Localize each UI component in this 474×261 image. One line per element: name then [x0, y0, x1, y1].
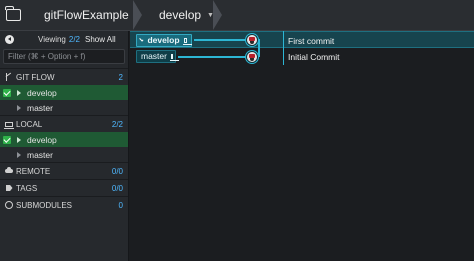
toolbar: gitFlowExample ▼ develop ▼: [0, 0, 474, 31]
left-panel: Viewing 2/2 Show All Filter (⌘ + Option …: [0, 31, 129, 261]
branch-label: develop: [27, 87, 57, 98]
branch-label: master: [27, 102, 53, 113]
cloud-icon: [5, 167, 13, 173]
section-label: SUBMODULES: [16, 200, 73, 210]
ref-label-text: master: [141, 51, 167, 61]
section-count: 0/0: [111, 183, 123, 193]
branch-arrow-icon: [17, 89, 21, 96]
laptop-icon: [4, 121, 14, 129]
commit-node[interactable]: [245, 50, 259, 64]
branch-label: develop: [27, 134, 57, 145]
section-git-flow[interactable]: GIT FLOW 2: [0, 68, 128, 85]
section-local[interactable]: LOCAL 2/2: [0, 115, 128, 132]
back-arrow-icon: [7, 37, 11, 41]
branch-selector[interactable]: develop ▼: [141, 0, 222, 30]
gitflow-item-develop[interactable]: develop: [0, 85, 128, 100]
graph-divider: [283, 31, 284, 65]
filter-input[interactable]: Filter (⌘ + Option + f): [3, 49, 125, 64]
checked-out-icon: [3, 88, 11, 97]
viewing-count: 2/2: [68, 34, 80, 44]
avatar: [247, 35, 257, 45]
collapse-panel-button[interactable]: [5, 34, 14, 44]
section-label: GIT FLOW: [16, 72, 55, 82]
show-all-link[interactable]: Show All: [85, 35, 116, 44]
local-item-develop[interactable]: develop: [0, 132, 128, 147]
commit-node[interactable]: [245, 33, 259, 47]
gitflow-item-master[interactable]: master: [0, 100, 128, 115]
local-item-master[interactable]: master: [0, 147, 128, 162]
section-count: 2/2: [111, 119, 123, 129]
repo-folder-button[interactable]: [0, 0, 26, 30]
commit-message: Initial Commit: [288, 51, 340, 62]
git-flow-icon: [5, 73, 13, 81]
branch-label: master: [27, 149, 53, 160]
viewing-label: Viewing: [38, 34, 66, 44]
commit-message: First commit: [288, 35, 335, 46]
folder-icon: [4, 6, 21, 21]
branch-arrow-icon: [17, 104, 21, 111]
branch-arrow-icon: [17, 151, 21, 158]
section-count: 0: [118, 200, 123, 210]
commit-row[interactable]: master Initial Commit: [130, 48, 474, 65]
branch-ref-develop[interactable]: develop: [136, 33, 193, 47]
section-label: TAGS: [16, 183, 38, 193]
ref-connector: [194, 39, 250, 41]
repo-selector[interactable]: gitFlowExample ▼: [26, 0, 142, 30]
branch-ref-master[interactable]: master: [136, 49, 179, 63]
avatar: [247, 52, 257, 62]
submodule-icon: [5, 201, 13, 209]
section-submodules[interactable]: SUBMODULES 0: [0, 196, 128, 213]
ref-connector: [178, 56, 250, 58]
section-tags[interactable]: TAGS 0/0: [0, 179, 128, 196]
commit-row[interactable]: develop First commit: [130, 31, 474, 48]
repo-name: gitFlowExample: [44, 8, 129, 22]
section-count: 2: [118, 72, 123, 82]
chevron-down-icon: ▼: [207, 11, 214, 19]
branch-lane-line: [258, 39, 260, 57]
viewing-bar: Viewing 2/2 Show All: [0, 31, 128, 47]
branch-name: develop: [159, 8, 202, 22]
ref-label-text: develop: [147, 35, 180, 45]
section-label: REMOTE: [16, 166, 51, 176]
branch-arrow-icon: [17, 136, 21, 143]
laptop-icon: [169, 53, 179, 61]
laptop-icon: [182, 37, 193, 45]
commit-graph: develop First commit master Initial Comm…: [130, 31, 474, 261]
tag-icon: [5, 185, 13, 191]
section-count: 0/0: [111, 166, 123, 176]
section-remote[interactable]: REMOTE 0/0: [0, 162, 128, 179]
checked-out-icon: [3, 135, 11, 144]
checkmark-icon: [139, 37, 144, 42]
gitkraken-window: gitFlowExample ▼ develop ▼ Viewing 2/2 S…: [0, 0, 474, 261]
section-label: LOCAL: [16, 119, 43, 129]
